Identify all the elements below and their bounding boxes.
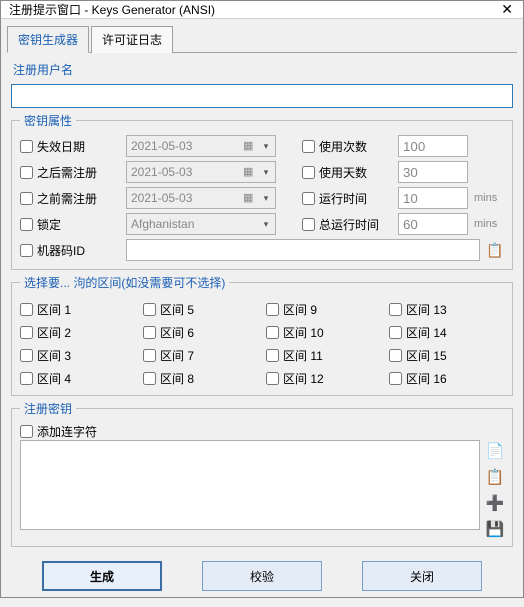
chk-section-5[interactable]: 区间 5 — [143, 301, 258, 318]
chk-hyphen-box[interactable] — [20, 425, 33, 438]
calendar-icon: ▦ — [243, 165, 257, 179]
chk-reg-after[interactable]: 之后需注册 — [20, 164, 120, 181]
chk-section-15[interactable]: 区间 15 — [389, 347, 504, 364]
chk-reg-before-box[interactable] — [20, 192, 33, 205]
regkey-legend: 注册密钥 — [20, 400, 76, 417]
chk-expiry-box[interactable] — [20, 140, 33, 153]
regkey-toolbar: 📄 📋 ➕ 💾 — [486, 440, 504, 538]
window-title: 注册提示窗口 - Keys Generator (ANSI) — [9, 1, 215, 18]
input-total-time[interactable] — [398, 213, 468, 235]
chk-lock[interactable]: 锁定 — [20, 216, 120, 233]
chk-hyphen[interactable]: 添加连字符 — [20, 423, 504, 440]
sections-legend: 选择要... 泃的区间(如没需要可不选择) — [20, 274, 229, 291]
copy-icon[interactable]: 📄 — [486, 442, 504, 460]
chevron-down-icon: ▾ — [259, 190, 273, 206]
calendar-icon: ▦ — [243, 191, 257, 205]
chk-total-time[interactable]: 总运行时间 — [302, 216, 392, 233]
input-hwid[interactable] — [126, 239, 480, 261]
key-properties-group: 密钥属性 失效日期 2021-05-03▦▾ 使用次数 之后需注册 2021-0… — [11, 112, 513, 270]
chk-section-9[interactable]: 区间 9 — [266, 301, 381, 318]
chk-section-14[interactable]: 区间 14 — [389, 324, 504, 341]
combo-country[interactable]: Afghanistan▾ — [126, 213, 276, 235]
paste-hwid-icon[interactable]: 📋 — [486, 241, 504, 259]
tab-body: 注册用户名 密钥属性 失效日期 2021-05-03▦▾ 使用次数 之后需注册 … — [7, 52, 517, 607]
unit-run-time: mins — [474, 192, 504, 204]
titlebar: 注册提示窗口 - Keys Generator (ANSI) ✕ — [1, 1, 523, 19]
chk-total-time-box[interactable] — [302, 218, 315, 231]
input-use-days[interactable] — [398, 161, 468, 183]
chk-section-8[interactable]: 区间 8 — [143, 370, 258, 387]
chk-hwid[interactable]: 机器码ID — [20, 242, 120, 259]
chk-use-days[interactable]: 使用天数 — [302, 164, 392, 181]
calendar-icon: ▦ — [243, 139, 257, 153]
regkey-group: 注册密钥 添加连字符 📄 📋 ➕ 💾 — [11, 400, 513, 547]
chk-section-16[interactable]: 区间 16 — [389, 370, 504, 387]
chk-expiry[interactable]: 失效日期 — [20, 138, 120, 155]
chk-section-12[interactable]: 区间 12 — [266, 370, 381, 387]
verify-button[interactable]: 校验 — [202, 561, 322, 591]
tab-license-log[interactable]: 许可证日志 — [91, 26, 173, 53]
tab-generator[interactable]: 密钥生成器 — [7, 26, 89, 53]
chk-section-4[interactable]: 区间 4 — [20, 370, 135, 387]
username-label: 注册用户名 — [13, 61, 513, 78]
close-icon[interactable]: ✕ — [497, 1, 517, 18]
chk-reg-after-box[interactable] — [20, 166, 33, 179]
chk-section-3[interactable]: 区间 3 — [20, 347, 135, 364]
chk-section-13[interactable]: 区间 13 — [389, 301, 504, 318]
chk-use-days-box[interactable] — [302, 166, 315, 179]
add-icon[interactable]: ➕ — [486, 494, 504, 512]
save-icon[interactable]: 💾 — [486, 520, 504, 538]
paste-icon[interactable]: 📋 — [486, 468, 504, 486]
chk-lock-box[interactable] — [20, 218, 33, 231]
chk-section-10[interactable]: 区间 10 — [266, 324, 381, 341]
chevron-down-icon: ▾ — [259, 164, 273, 180]
username-input[interactable] — [11, 84, 513, 108]
input-use-count[interactable] — [398, 135, 468, 157]
regkey-textarea[interactable] — [20, 440, 480, 530]
sections-group: 选择要... 泃的区间(如没需要可不选择) 区间 1 区间 5 区间 9 区间 … — [11, 274, 513, 396]
generate-button[interactable]: 生成 — [42, 561, 162, 591]
chk-hwid-box[interactable] — [20, 244, 33, 257]
key-properties-legend: 密钥属性 — [20, 112, 76, 129]
close-button[interactable]: 关闭 — [362, 561, 482, 591]
footer-buttons: 生成 校验 关闭 — [11, 551, 513, 603]
chk-section-7[interactable]: 区间 7 — [143, 347, 258, 364]
date-reg-after[interactable]: 2021-05-03▦▾ — [126, 161, 276, 183]
chk-section-6[interactable]: 区间 6 — [143, 324, 258, 341]
date-reg-before[interactable]: 2021-05-03▦▾ — [126, 187, 276, 209]
sections-grid: 区间 1 区间 5 区间 9 区间 13 区间 2 区间 6 区间 10 区间 … — [20, 297, 504, 387]
chk-run-time-box[interactable] — [302, 192, 315, 205]
chk-run-time[interactable]: 运行时间 — [302, 190, 392, 207]
app-window: 注册提示窗口 - Keys Generator (ANSI) ✕ 密钥生成器 许… — [0, 0, 524, 598]
chk-use-count[interactable]: 使用次数 — [302, 138, 392, 155]
chk-section-1[interactable]: 区间 1 — [20, 301, 135, 318]
chk-section-2[interactable]: 区间 2 — [20, 324, 135, 341]
chk-reg-before[interactable]: 之前需注册 — [20, 190, 120, 207]
input-run-time[interactable] — [398, 187, 468, 209]
chk-section-11[interactable]: 区间 11 — [266, 347, 381, 364]
chevron-down-icon: ▾ — [259, 216, 273, 232]
chevron-down-icon: ▾ — [259, 138, 273, 154]
chk-use-count-box[interactable] — [302, 140, 315, 153]
unit-total-time: mins — [474, 218, 504, 230]
date-expiry[interactable]: 2021-05-03▦▾ — [126, 135, 276, 157]
tab-strip: 密钥生成器 许可证日志 — [1, 19, 523, 52]
